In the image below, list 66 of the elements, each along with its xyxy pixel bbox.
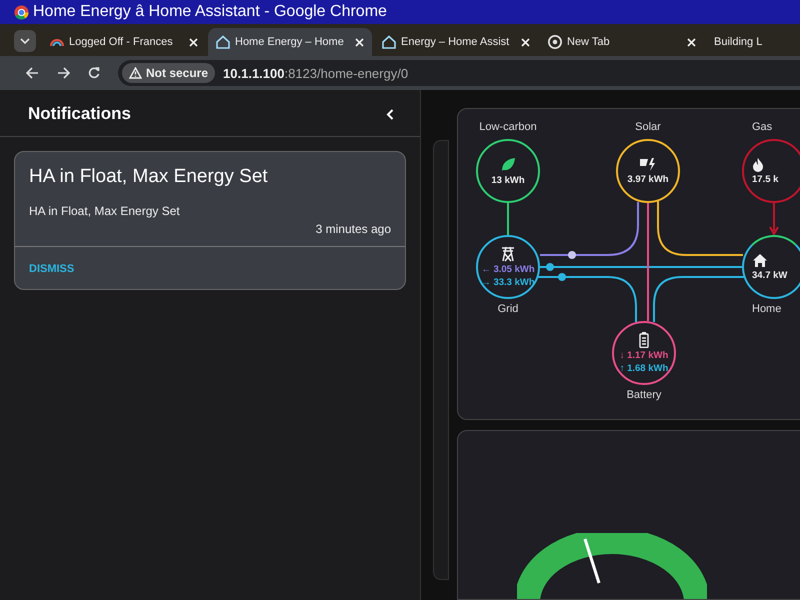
forward-arrow-icon[interactable] <box>57 67 70 79</box>
house-icon <box>382 35 396 49</box>
browser-logo-icon <box>14 4 29 20</box>
energy-node[interactable]: ← 3.05 kWh → 33.3 kWh <box>476 235 540 299</box>
energy-node[interactable]: 34.7 kW <box>742 235 800 299</box>
flow-line <box>507 203 509 235</box>
chevron-left-icon[interactable] <box>386 108 394 120</box>
browser-tab[interactable]: Building L <box>706 28 770 56</box>
node-label: Battery <box>626 389 662 401</box>
notification-time: 3 minutes ago <box>316 222 391 236</box>
browser-tab[interactable]: Energy – Home Assist <box>374 28 538 56</box>
browser-tab[interactable]: Logged Off - Frances <box>42 28 206 56</box>
power-tower-icon <box>500 246 516 262</box>
energy-node[interactable]: 17.5 k <box>742 139 800 203</box>
notification-message: HA in Float, Max Energy Set <box>29 204 181 218</box>
node-label: Home <box>752 303 782 315</box>
house-icon <box>752 253 768 268</box>
energy-reading: 17.5 k <box>752 174 778 185</box>
leaf-icon <box>500 156 516 172</box>
panel-title: Notifications <box>28 104 131 124</box>
rainbow-icon <box>50 37 64 47</box>
reload-icon[interactable] <box>88 67 100 79</box>
node-label: Solar <box>635 121 661 133</box>
browser-tab[interactable]: Home Energy – Home <box>208 28 372 56</box>
tab-label: New Tab <box>567 36 611 48</box>
notification-title: HA in Float, Max Energy Set <box>29 166 269 188</box>
tab-label: Energy – Home Assist <box>401 36 510 48</box>
node-label: Grid <box>498 303 518 315</box>
address-bar[interactable]: Not secure 10.1.1.100:8123/home-energy/0 <box>118 60 800 86</box>
close-icon[interactable] <box>521 38 530 46</box>
tab-label: Logged Off - Frances <box>69 36 174 48</box>
node-label: Gas <box>752 121 772 133</box>
flow-dot <box>546 263 554 271</box>
flow-dot <box>568 251 576 259</box>
energy-node[interactable]: 3.97 kWh <box>616 139 680 203</box>
chevron-down-icon <box>20 38 30 44</box>
dismiss-button[interactable]: DISMISS <box>29 263 74 275</box>
close-icon[interactable] <box>355 38 364 46</box>
node-label: Low-carbon <box>479 121 537 133</box>
close-icon[interactable] <box>189 38 198 46</box>
house-icon <box>216 35 230 49</box>
energy-reading: ↓ 1.17 kWh <box>620 350 668 361</box>
browser-tab[interactable]: New Tab <box>540 28 704 56</box>
solar-panel-icon <box>639 157 657 172</box>
browser-logo-icon <box>548 35 562 49</box>
tab-label: Home Energy – Home <box>235 36 345 48</box>
url-text: 10.1.1.100:8123/home-energy/0 <box>223 66 408 80</box>
flow-dot <box>558 273 566 281</box>
energy-reading: ← 3.05 kWh <box>481 264 535 275</box>
tab-search-button[interactable] <box>14 30 36 52</box>
flow-line <box>769 202 779 236</box>
battery-icon <box>639 332 649 348</box>
energy-node[interactable]: ↓ 1.17 kWh ↑ 1.68 kWh <box>612 321 676 385</box>
back-arrow-icon[interactable] <box>26 67 39 79</box>
warning-icon <box>129 67 142 79</box>
energy-reading: 3.97 kWh <box>627 174 669 185</box>
energy-reading: → 33.3 kWh <box>481 277 535 288</box>
tab-label: Building L <box>714 36 762 48</box>
flame-icon <box>752 157 764 172</box>
energy-reading: ↑ 1.68 kWh <box>620 363 668 374</box>
security-chip[interactable]: Not secure <box>122 63 216 83</box>
energy-node[interactable]: 13 kWh <box>476 139 540 203</box>
energy-reading: 34.7 kW <box>752 270 788 281</box>
energy-reading: 13 kWh <box>491 174 525 186</box>
window-title: Home Energy â Home Assistant - Google Chrome <box>33 3 387 21</box>
close-icon[interactable] <box>687 38 696 46</box>
